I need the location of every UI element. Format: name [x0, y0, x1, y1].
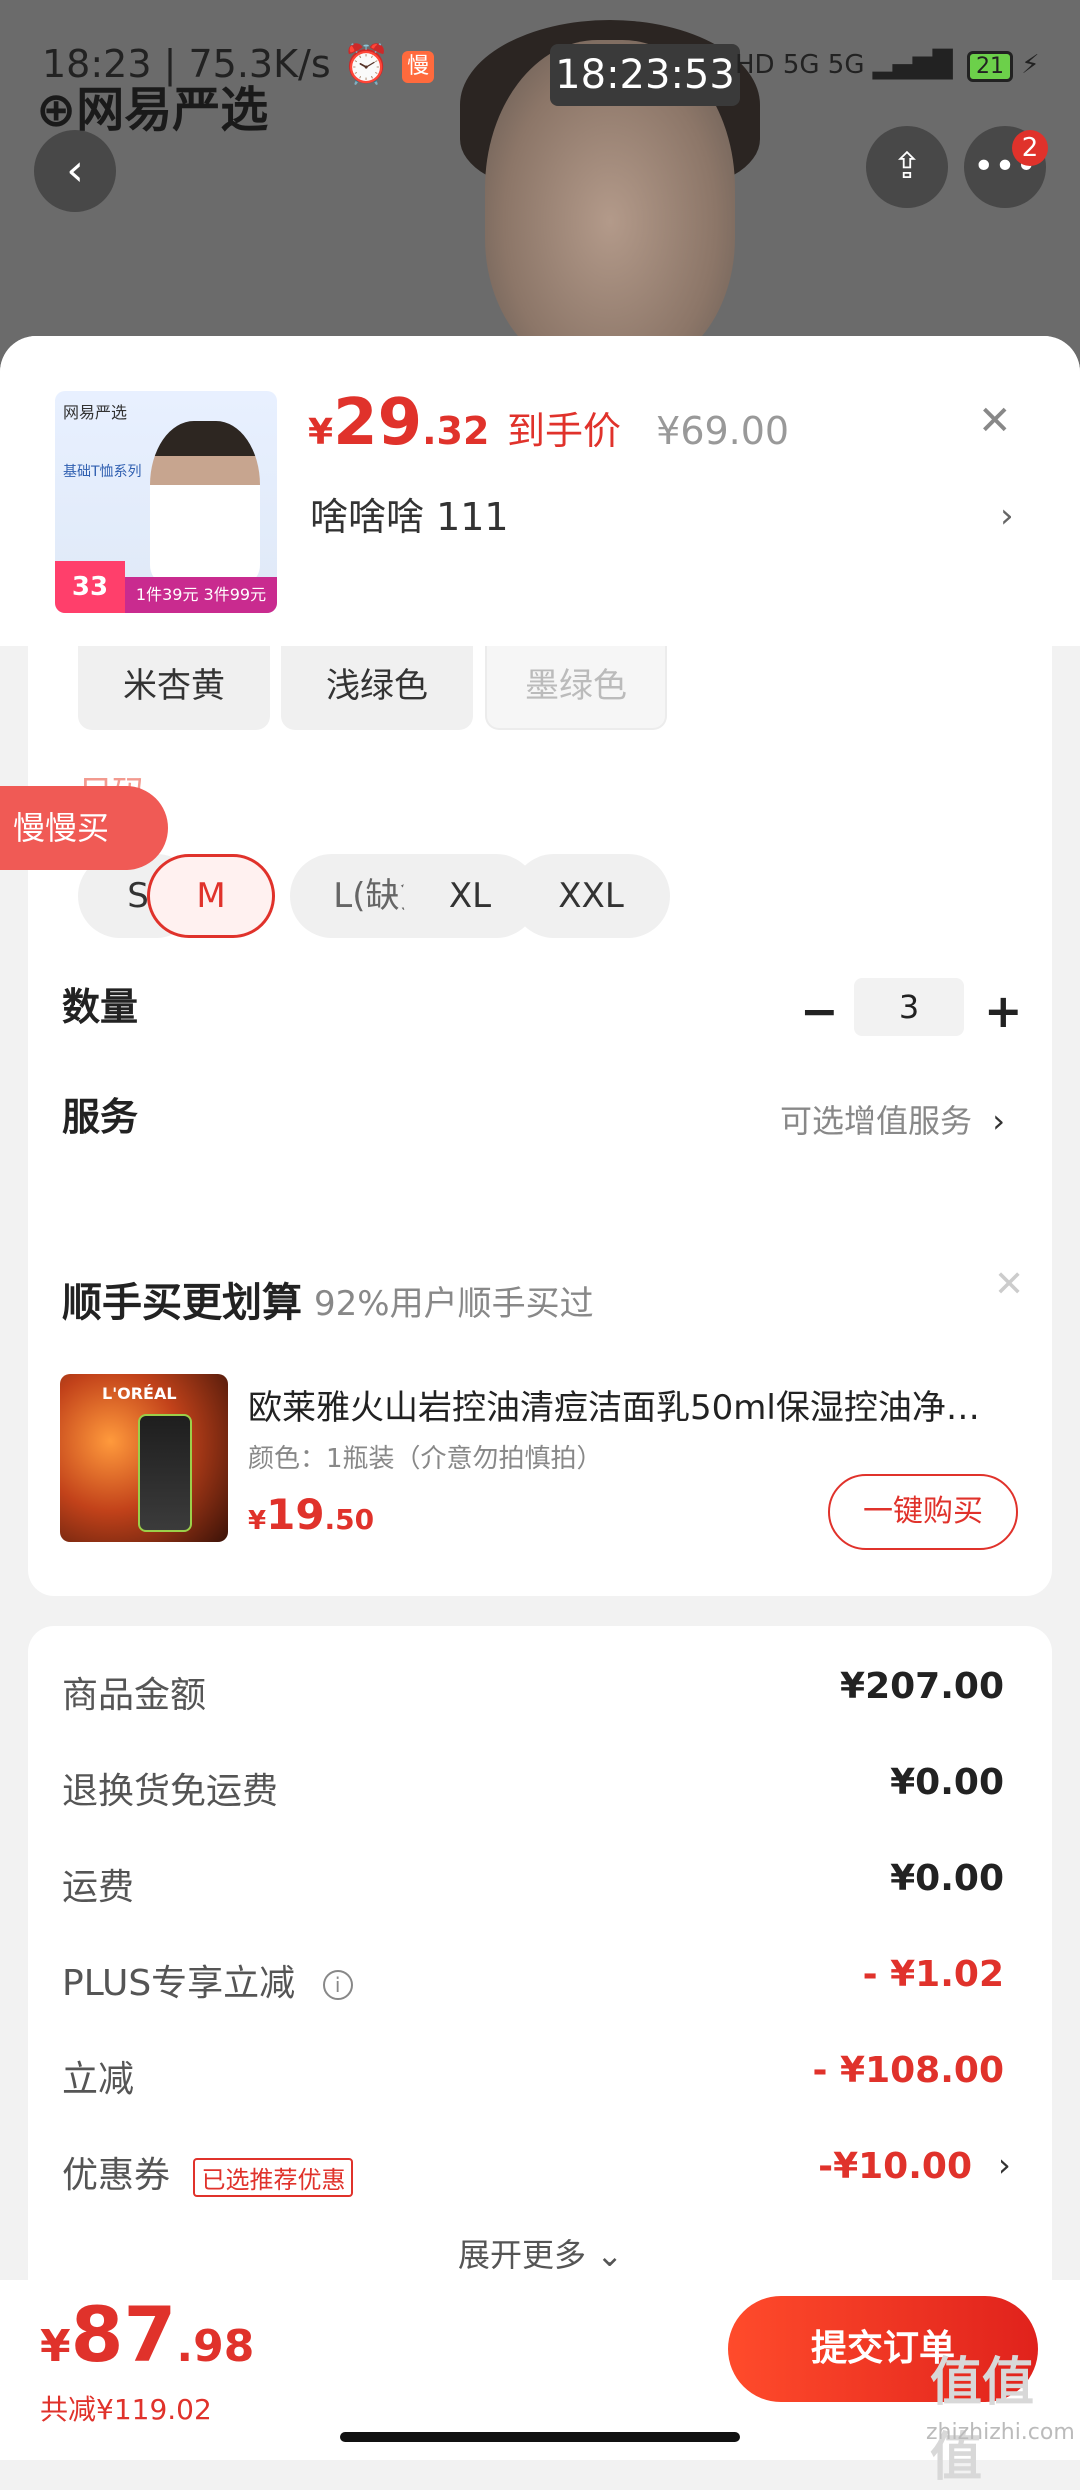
- quantity-minus-button[interactable]: −: [800, 984, 839, 1038]
- battery-icon: 21: [967, 51, 1013, 82]
- service-value-text: 可选增值服务: [780, 1102, 973, 1140]
- slow-buy-label: 慢慢买: [12, 809, 109, 847]
- color-option-2[interactable]: 浅绿色: [281, 646, 473, 730]
- recommend-item-price: ¥19.50: [248, 1490, 375, 1539]
- thumb-tag: 基础T恤系列: [63, 464, 142, 480]
- color-option-1[interactable]: 米杏黄: [78, 646, 270, 730]
- product-tube-shape: [138, 1414, 192, 1532]
- one-click-buy-button[interactable]: 一键购买: [828, 1474, 1018, 1550]
- summary-row-label: 优惠券: [62, 2155, 171, 2196]
- recommend-card: 顺手买更划算 92%用户顺手买过 ✕ L'ORÉAL 欧莱雅火山岩控油清痘洁面乳…: [28, 1234, 1052, 1596]
- expand-more-label: 展开更多: [458, 2236, 587, 2274]
- status-bar: 18:23 | 75.3K/s ⏰ 慢 ⊕网易严选 18:23:53 HD 5G…: [0, 0, 1080, 140]
- chevron-right-icon[interactable]: ›: [998, 2146, 1011, 2184]
- notification-badge: 2: [1012, 130, 1048, 166]
- product-summary-card: 网易严选 基础T恤系列 33 1件39元 3件99元 ¥29.32 到手价 ¥6…: [0, 336, 1080, 646]
- service-value[interactable]: 可选增值服务 ›: [780, 1096, 1005, 1142]
- selected-sku[interactable]: 啥啥啥 111: [310, 486, 509, 541]
- summary-row-plus: PLUS专享立减 i: [62, 1954, 353, 2006]
- service-label: 服务: [62, 1095, 139, 1139]
- summary-row-label: 商品金额: [62, 1675, 207, 1716]
- final-price-label: 到手价: [507, 409, 622, 453]
- slow-buy-floating-button[interactable]: ‹ 慢慢买: [0, 786, 168, 870]
- coupon-tag: 已选推荐优惠: [193, 2157, 354, 2197]
- chevron-right-icon: ›: [992, 1102, 1005, 1140]
- product-thumbnail[interactable]: 网易严选 基础T恤系列 33 1件39元 3件99元: [55, 391, 277, 613]
- thumb-model: [150, 421, 260, 581]
- back-button[interactable]: ‹: [34, 130, 116, 212]
- recommend-item-brand: L'ORÉAL: [102, 1384, 177, 1403]
- info-icon[interactable]: i: [322, 1970, 353, 2000]
- size-option-xxl[interactable]: XXL: [512, 854, 670, 938]
- quantity-plus-button[interactable]: +: [984, 984, 1023, 1038]
- total-price: ¥87.98: [40, 2290, 255, 2379]
- summary-row-value: ¥0.00: [890, 1858, 1004, 1899]
- summary-row-coupon[interactable]: 优惠券 已选推荐优惠: [62, 2146, 354, 2198]
- summary-row-value: - ¥1.02: [862, 1954, 1004, 1995]
- color-option-3[interactable]: 墨绿色: [485, 646, 667, 730]
- recommend-item-image[interactable]: L'ORÉAL: [60, 1374, 228, 1542]
- watermark-mark: 值值值: [930, 2353, 1035, 2488]
- close-icon[interactable]: ✕: [978, 398, 1012, 444]
- home-indicator[interactable]: [340, 2432, 740, 2442]
- recommend-item-spec: 颜色：1瓶装（介意勿拍慎拍）: [248, 1444, 603, 1474]
- floating-clock: 18:23:53: [550, 44, 740, 106]
- signal-bars-icon: ▂▄▆█: [872, 50, 953, 80]
- summary-row-value: - ¥108.00: [812, 2050, 1004, 2091]
- thumb-price-tag: 33: [55, 561, 125, 613]
- summary-row-value: ¥0.00: [890, 1762, 1004, 1803]
- original-price: ¥69.00: [656, 409, 790, 453]
- summary-row-value[interactable]: -¥10.00: [818, 2146, 972, 2187]
- final-price: ¥29.32: [308, 386, 490, 460]
- summary-row-label: 退换货免运费: [62, 1771, 279, 1812]
- recommend-title: 顺手买更划算: [62, 1280, 302, 1326]
- logo-text: 网易严选: [76, 82, 269, 138]
- price-row: ¥29.32 到手价 ¥69.00: [308, 386, 789, 460]
- summary-row-label: 运费: [62, 1867, 135, 1908]
- quantity-label: 数量: [62, 985, 139, 1029]
- thumb-logo: 网易严选: [63, 403, 128, 422]
- total-saved: 共减¥119.02: [40, 2393, 212, 2426]
- recommend-subtitle: 92%用户顺手买过: [314, 1284, 594, 1324]
- status-right: HD 5G 5G ▂▄▆█ 21 ⚡: [735, 50, 1040, 82]
- share-icon: ⇪: [891, 146, 923, 187]
- size-option-m[interactable]: M: [147, 854, 275, 938]
- thumb-promo: 1件39元 3件99元: [125, 577, 277, 613]
- recommend-item-name[interactable]: 欧莱雅火山岩控油清痘洁面乳50ml保湿控油净…: [248, 1380, 1018, 1429]
- chevron-left-icon: ‹: [0, 809, 13, 847]
- share-button[interactable]: ⇪: [866, 126, 948, 208]
- watermark-text: zhizhizhi.com: [926, 2420, 1075, 2445]
- summary-row-label: PLUS专享立减: [62, 1963, 296, 2004]
- summary-row-label: 立减: [62, 2059, 135, 2100]
- summary-row-value: ¥207.00: [840, 1666, 1004, 1707]
- chevron-left-icon: ‹: [66, 145, 84, 196]
- signal-icon: HD 5G 5G: [735, 50, 865, 80]
- chevron-down-icon: ⌄: [596, 2236, 623, 2274]
- quantity-input[interactable]: 3: [854, 978, 964, 1036]
- close-icon[interactable]: ✕: [994, 1264, 1024, 1305]
- charging-icon: ⚡: [1021, 50, 1040, 80]
- sku-sheet: 网易严选 基础T恤系列 33 1件39元 3件99元 ¥29.32 到手价 ¥6…: [0, 336, 1080, 2460]
- expand-more-button[interactable]: 展开更多 ⌄: [458, 2230, 623, 2276]
- slow-app-badge: 慢: [402, 50, 435, 83]
- alarm-icon: ⏰: [342, 42, 391, 86]
- checkout-bar: ¥87.98 共减¥119.02 提交订单 值值值 zhizhizhi.com: [0, 2280, 1080, 2488]
- chevron-right-icon[interactable]: ›: [1000, 496, 1014, 536]
